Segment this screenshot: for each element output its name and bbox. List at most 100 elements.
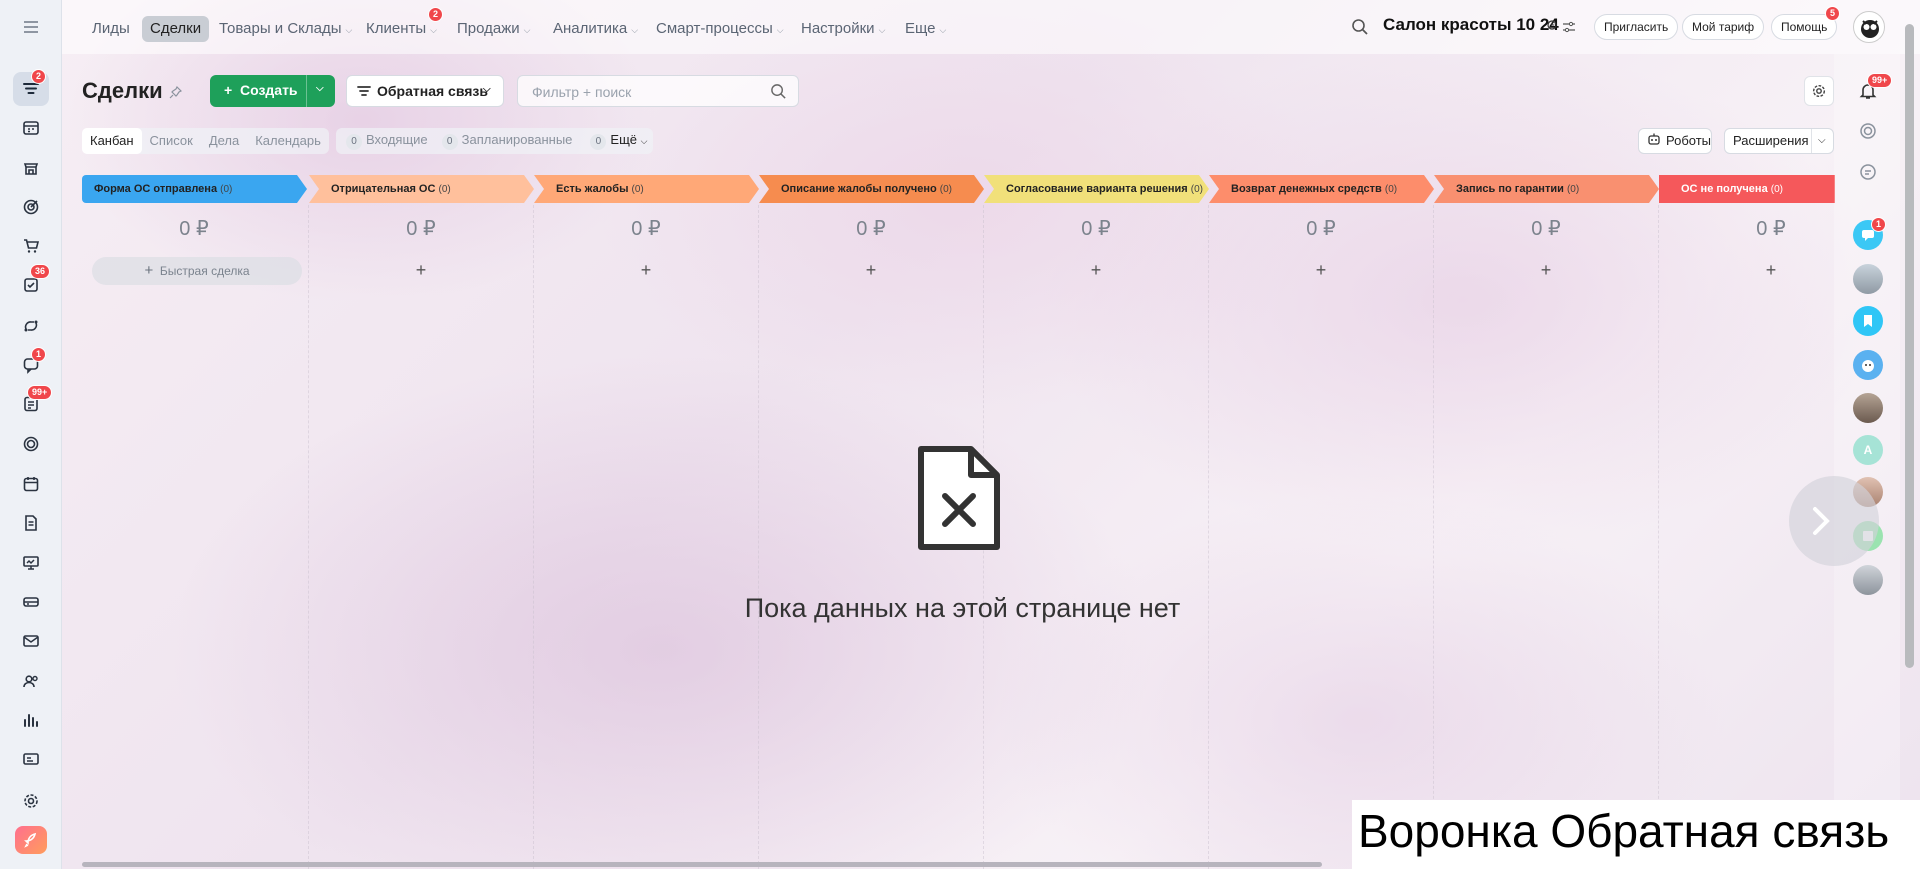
nav-analytics[interactable]: Аналитика ⌵ <box>545 16 646 42</box>
calendar-grid-icon[interactable] <box>13 111 49 145</box>
stage-name: Отрицательная ОС <box>331 183 436 195</box>
nav-goods[interactable]: Товары и Склады ⌵ <box>211 16 360 42</box>
calendar-icon[interactable] <box>13 467 49 501</box>
nav-smart-processes[interactable]: Смарт-процессы ⌵ <box>648 16 792 42</box>
stage-header[interactable]: Форма ОС отправлена (0) <box>82 175 307 203</box>
avatar-gray[interactable] <box>1853 565 1883 595</box>
nav-sales[interactable]: Продажи ⌵ <box>449 16 538 42</box>
counters-bar: 0 Входящие 0 Запланированные 0 Ещё ⌵ <box>336 128 654 154</box>
flow-icon[interactable] <box>13 309 49 343</box>
invite-button[interactable]: Пригласить <box>1594 14 1679 40</box>
tab-list[interactable]: Список <box>142 128 201 154</box>
chat-bubble-icon[interactable] <box>1853 157 1883 187</box>
cart-icon[interactable] <box>13 229 49 263</box>
vertical-scrollbar[interactable] <box>1905 24 1914 668</box>
stage-header[interactable]: Отрицательная ОС (0) <box>309 175 534 203</box>
notifications-badge: 99+ <box>1867 73 1893 88</box>
extensions-button[interactable]: Расширения ⌵ <box>1724 128 1834 154</box>
contacts-icon[interactable] <box>13 664 49 698</box>
id-card-icon[interactable] <box>13 742 49 776</box>
chat-icon[interactable]: 1 <box>13 347 49 382</box>
avatar-dog[interactable] <box>1853 350 1883 380</box>
funnel-icon[interactable]: 2 <box>13 69 49 106</box>
search-icon[interactable] <box>770 83 787 103</box>
nav-more[interactable]: Еще ⌵ <box>897 16 954 42</box>
copilot-icon[interactable] <box>1853 116 1883 146</box>
chevron-down-icon: ⌵ <box>523 25 531 35</box>
counter-more[interactable]: 0 Ещё ⌵ <box>586 132 647 150</box>
add-deal-icon[interactable]: + <box>1531 260 1561 281</box>
stage-header[interactable]: Запись по гарантии (0) <box>1434 175 1659 203</box>
scroll-right-button[interactable] <box>1789 476 1879 566</box>
nav-deals[interactable]: Сделки <box>142 16 210 42</box>
mail-icon[interactable] <box>13 624 49 658</box>
rocket-icon[interactable] <box>15 826 47 854</box>
bookmark-icon[interactable] <box>1853 306 1883 336</box>
feed-icon[interactable]: 99+ <box>13 385 53 421</box>
tariff-button[interactable]: Мой тариф <box>1682 14 1765 40</box>
create-split-divider <box>306 75 307 107</box>
user-avatar[interactable] <box>1853 11 1885 43</box>
company-name[interactable]: Салон красоты 10 24 <box>1383 15 1559 35</box>
chevron-down-icon[interactable]: ⌵ <box>1811 129 1826 153</box>
tab-kanban[interactable]: Канбан <box>82 128 142 154</box>
search-icon[interactable] <box>1351 18 1369 39</box>
help-label: Помощь <box>1781 20 1828 34</box>
add-deal-icon[interactable]: + <box>856 260 886 281</box>
left-sidebar: 2 36 1 99+ <box>0 0 62 869</box>
quick-deal-button[interactable]: + Быстрая сделка <box>92 257 302 285</box>
stage-sum: 0 ₽ <box>1306 218 1336 240</box>
avatar-man[interactable] <box>1853 393 1883 423</box>
ring-icon[interactable] <box>13 427 49 461</box>
stage-header[interactable]: ОС не получена (0) <box>1659 175 1835 203</box>
counter-incoming[interactable]: 0 Входящие <box>342 132 428 150</box>
tasks-icon[interactable]: 36 <box>13 264 51 302</box>
horizontal-scrollbar[interactable] <box>82 862 1322 867</box>
settings-gear-icon[interactable] <box>1804 76 1834 106</box>
counter-planned-label: Запланированные <box>461 132 573 147</box>
presentation-icon[interactable] <box>13 546 49 580</box>
bell-icon[interactable]: 99+ <box>1853 73 1893 106</box>
stage-header[interactable]: Есть жалобы (0) <box>534 175 759 203</box>
add-deal-icon[interactable]: + <box>1081 260 1111 281</box>
stage-header[interactable]: Согласование варианта решения (0) <box>984 175 1209 203</box>
avatar-landscape[interactable] <box>1853 264 1883 294</box>
add-deal-icon[interactable]: + <box>1756 260 1786 281</box>
tab-calendar[interactable]: Календарь <box>247 128 329 154</box>
nav-clients[interactable]: Клиенты ⌵ 2 <box>358 7 445 42</box>
stage-name: Форма ОС отправлена <box>94 183 218 195</box>
robot-icon <box>1647 130 1661 154</box>
sliders-icon[interactable] <box>1562 21 1576 36</box>
nav-leads[interactable]: Лиды <box>84 16 138 42</box>
filter-input[interactable] <box>532 84 752 100</box>
menu-icon[interactable] <box>13 10 49 44</box>
funnel-select[interactable]: Обратная связь ⌵ <box>346 75 504 107</box>
stage-count: (0) <box>939 184 952 195</box>
tab-activities[interactable]: Дела <box>201 128 247 154</box>
add-deal-icon[interactable]: + <box>1306 260 1336 281</box>
stage-header[interactable]: Возврат денежных средств (0) <box>1209 175 1434 203</box>
chart-icon[interactable] <box>13 703 49 737</box>
robots-button[interactable]: Роботы <box>1638 128 1712 154</box>
open-lines-icon[interactable]: 1 <box>1853 217 1887 250</box>
add-deal-icon[interactable]: + <box>631 260 661 281</box>
nav-settings[interactable]: Настройки ⌵ <box>793 16 893 42</box>
help-button[interactable]: Помощь 5 <box>1771 6 1841 40</box>
counter-planned[interactable]: 0 Запланированные <box>438 132 573 150</box>
chevron-down-icon[interactable]: ⌵ <box>316 83 324 94</box>
stage-sum: 0 ₽ <box>856 218 886 240</box>
filter-search[interactable] <box>517 75 799 107</box>
counter-incoming-count: 0 <box>346 134 362 150</box>
settings-icon[interactable] <box>13 784 49 818</box>
funnel-small-icon <box>357 84 371 101</box>
clients-badge: 2 <box>428 7 444 22</box>
create-button[interactable]: + Создать ⌵ <box>210 75 335 107</box>
store-icon[interactable] <box>13 151 49 185</box>
target-icon[interactable] <box>13 190 49 224</box>
avatar-letter[interactable]: A <box>1853 435 1883 465</box>
create-label: Создать <box>239 82 298 98</box>
add-deal-icon[interactable]: + <box>406 260 436 281</box>
pin-icon[interactable] <box>169 85 183 102</box>
stage-header[interactable]: Описание жалобы получено (0) <box>759 175 984 203</box>
document-icon[interactable] <box>13 506 49 540</box>
